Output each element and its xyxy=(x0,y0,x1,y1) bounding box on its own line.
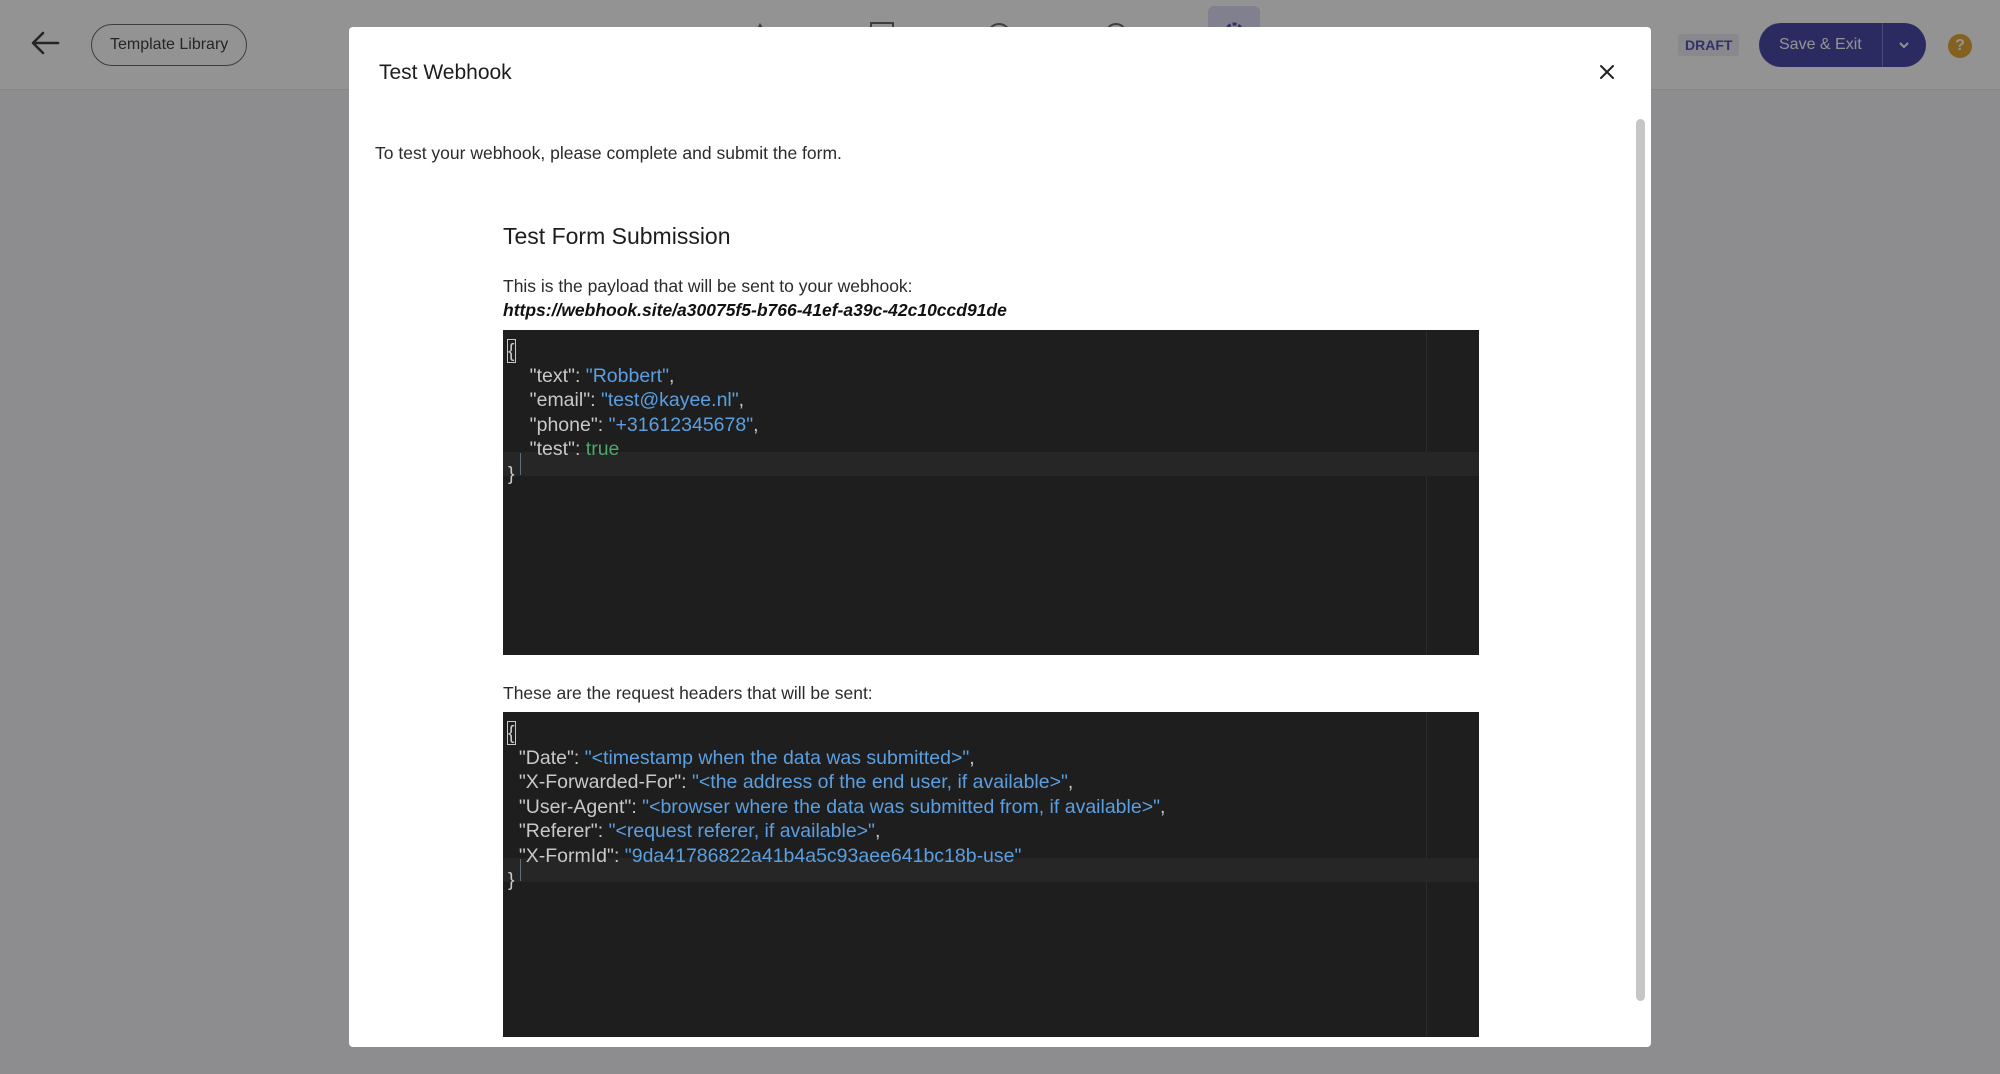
modal-title: Test Webhook xyxy=(379,61,512,84)
headers-code-editor[interactable]: { "Date": "<timestamp when the data was … xyxy=(503,712,1479,1037)
payload-label: This is the payload that will be sent to… xyxy=(503,276,913,296)
json-key: "X-Forwarded-For" xyxy=(518,771,682,793)
json-value: "+31612345678" xyxy=(608,413,754,436)
test-webhook-modal: Test Webhook To test your webhook, pleas… xyxy=(349,27,1651,1047)
json-value: "Robbert" xyxy=(585,364,670,387)
payload-json: { "text": "Robbert", "email": "test@kaye… xyxy=(507,339,759,485)
json-key: "Referer" xyxy=(518,820,598,842)
json-key: "X-FormId" xyxy=(518,844,614,867)
close-brace: } xyxy=(508,869,515,891)
payload-code-editor[interactable]: { "text": "Robbert", "email": "test@kaye… xyxy=(503,330,1479,655)
json-value: "test@kayee.nl" xyxy=(600,389,739,411)
open-brace: { xyxy=(507,721,516,745)
headers-label: These are the request headers that will … xyxy=(503,683,873,703)
close-icon[interactable] xyxy=(1592,57,1622,87)
open-brace: { xyxy=(507,339,516,363)
json-key: "text" xyxy=(529,364,575,387)
json-key: "phone" xyxy=(529,413,598,436)
close-brace: } xyxy=(508,462,515,485)
json-value: true xyxy=(585,438,620,460)
json-value: "<timestamp when the data was submitted>… xyxy=(584,746,970,769)
json-key: "User-Agent" xyxy=(518,795,632,818)
headers-json: { "Date": "<timestamp when the data was … xyxy=(507,721,1166,891)
json-value: "<browser where the data was submitted f… xyxy=(642,795,1161,818)
modal-scrollbar[interactable] xyxy=(1636,119,1645,1001)
json-value: "<request referer, if available>" xyxy=(608,820,875,842)
section-title: Test Form Submission xyxy=(503,223,731,249)
json-value: "9da41786822a41b4a5c93aee641bc18b-use" xyxy=(624,844,1022,867)
json-key: "email" xyxy=(529,389,591,411)
intro-text: To test your webhook, please complete an… xyxy=(375,143,842,163)
json-value: "<the address of the end user, if availa… xyxy=(691,771,1068,793)
editor-guide xyxy=(1426,330,1427,655)
json-key: "test" xyxy=(529,438,575,460)
webhook-url: https://webhook.site/a30075f5-b766-41ef-… xyxy=(503,300,1007,320)
json-key: "Date" xyxy=(518,746,574,769)
